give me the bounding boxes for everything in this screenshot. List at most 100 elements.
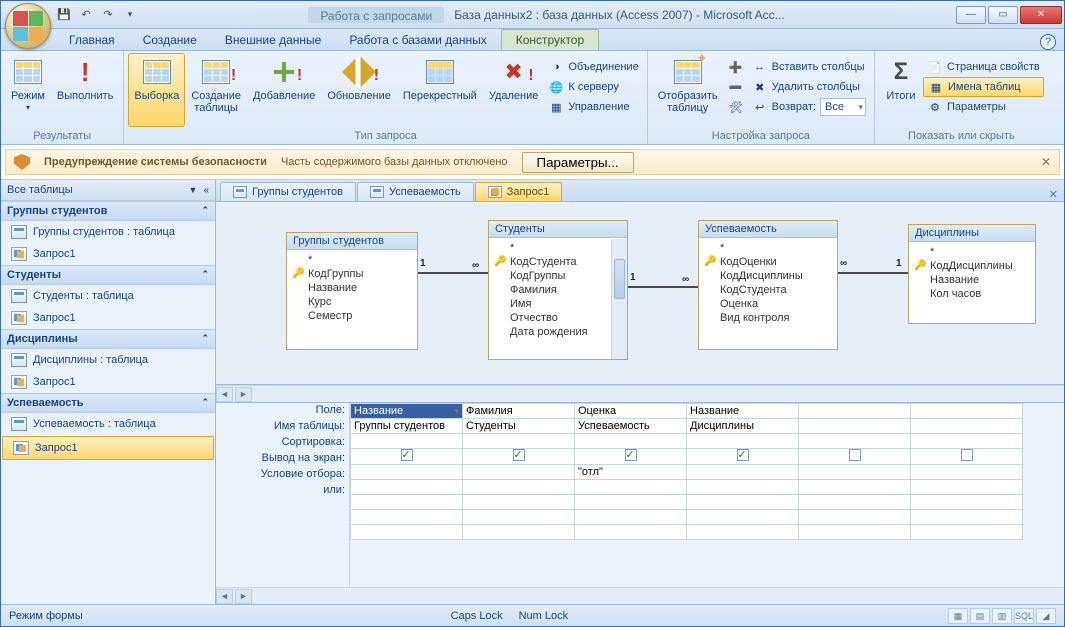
nav-group-header[interactable]: Группы студентов⌃	[1, 201, 215, 221]
nav-group-header[interactable]: Дисциплины⌃	[1, 329, 215, 349]
scroll-left-icon[interactable]: ◄	[216, 589, 233, 604]
tab-database-tools[interactable]: Работа с базами данных	[335, 30, 500, 50]
showtable-button[interactable]: ✦ Отобразить таблицу	[652, 53, 724, 127]
checkbox-icon[interactable]	[961, 449, 973, 461]
grid-cell-show[interactable]	[687, 449, 799, 465]
security-options-button[interactable]: Параметры...	[522, 152, 634, 173]
undo-icon[interactable]: ↶	[77, 6, 95, 24]
grid-cell-show[interactable]	[575, 449, 687, 465]
view-pivot-icon[interactable]: ▤	[970, 608, 990, 624]
checkbox-checked-icon[interactable]	[737, 449, 749, 461]
parameters-button[interactable]: ⚙Параметры	[923, 97, 1044, 117]
deleterows-button[interactable]: ➖	[724, 77, 748, 97]
passthrough-button[interactable]: 🌐К серверу	[544, 77, 642, 97]
grid-cell-show[interactable]	[351, 449, 463, 465]
qat-customize-icon[interactable]: ▾	[121, 6, 139, 24]
scroll-right-icon[interactable]: ►	[235, 387, 252, 402]
crosstab-button[interactable]: Перекрестный	[397, 53, 483, 127]
scrollbar-vertical[interactable]	[611, 239, 627, 359]
table-box-performance[interactable]: Успеваемость * КодОценки КодДисциплины К…	[698, 220, 838, 350]
tab-create[interactable]: Создание	[129, 30, 211, 50]
grid-cell-field[interactable]	[799, 404, 911, 419]
maketable-button[interactable]: ! Создание таблицы	[185, 53, 247, 127]
grid-cell-show[interactable]	[911, 449, 1023, 465]
run-button[interactable]: ! Выполнить	[51, 53, 119, 127]
tab-designer[interactable]: Конструктор	[501, 29, 599, 50]
help-icon[interactable]: ?	[1040, 34, 1056, 50]
doc-tab[interactable]: Успеваемость	[357, 182, 474, 201]
minimize-button[interactable]: —	[956, 6, 986, 24]
scroll-thumb[interactable]	[614, 259, 625, 299]
propsheet-button[interactable]: 📄Страница свойств	[923, 57, 1044, 77]
view-sql-icon[interactable]: SQL	[1014, 608, 1034, 624]
union-button[interactable]: ◑Объединение	[544, 57, 642, 77]
security-close-icon[interactable]: ✕	[1041, 155, 1051, 169]
tab-external-data[interactable]: Внешние данные	[211, 30, 336, 50]
insertcols-button[interactable]: ↔Вставить столбцы	[748, 57, 870, 77]
grid-cell-table[interactable]	[911, 419, 1023, 434]
totals-button[interactable]: Σ Итоги	[879, 53, 923, 127]
insertrows-button[interactable]: ➕	[724, 57, 748, 77]
update-button[interactable]: ! Обновление	[321, 53, 397, 127]
grid-cell-field[interactable]	[911, 404, 1023, 419]
nav-item-table[interactable]: Успеваемость : таблица	[1, 413, 215, 435]
collapse-icon[interactable]: ⌃	[201, 205, 209, 217]
view-datasheet-icon[interactable]: ▦	[948, 608, 968, 624]
grid-cell-table[interactable]: Дисциплины	[687, 419, 799, 434]
checkbox-checked-icon[interactable]	[625, 449, 637, 461]
table-box-disciplines[interactable]: Дисциплины * КодДисциплины Название Кол …	[908, 224, 1036, 324]
checkbox-checked-icon[interactable]	[401, 449, 413, 461]
doc-tab[interactable]: Группы студентов	[220, 182, 356, 201]
chevron-down-icon[interactable]: ▼	[189, 185, 198, 195]
grid-cell-table[interactable]: Группы студентов	[351, 419, 463, 434]
doc-tab-active[interactable]: Запрос1	[475, 182, 563, 201]
nav-item-query[interactable]: Запрос1	[1, 307, 215, 329]
builder-button[interactable]: 🛠	[724, 97, 748, 117]
collapse-icon[interactable]: ⌃	[201, 397, 209, 409]
tab-home[interactable]: Главная	[55, 30, 129, 50]
grid-cell-criteria[interactable]	[351, 465, 463, 480]
nav-item-query-selected[interactable]: Запрос1	[2, 436, 214, 460]
view-design-icon[interactable]: ◢	[1036, 608, 1056, 624]
nav-item-table[interactable]: Дисциплины : таблица	[1, 349, 215, 371]
nav-collapse-icon[interactable]: «	[203, 185, 209, 196]
nav-item-query[interactable]: Запрос1	[1, 371, 215, 393]
grid-cell-field[interactable]: Название	[687, 404, 799, 419]
tablenames-button[interactable]: ▦Имена таблиц	[923, 77, 1044, 97]
nav-item-table[interactable]: Студенты : таблица	[1, 285, 215, 307]
datadefinition-button[interactable]: ▦Управление	[544, 97, 642, 117]
view-chart-icon[interactable]: ▥	[992, 608, 1012, 624]
grid-cell-table[interactable]: Успеваемость	[575, 419, 687, 434]
redo-icon[interactable]: ↷	[99, 6, 117, 24]
collapse-icon[interactable]: ⌃	[201, 333, 209, 345]
grid-cell-table[interactable]	[799, 419, 911, 434]
grid-cell-criteria[interactable]: "отл"	[575, 465, 687, 480]
append-button[interactable]: ! Добавление	[247, 53, 321, 127]
grid-cell-show[interactable]	[463, 449, 575, 465]
grid-cell-field[interactable]: Название	[351, 404, 463, 419]
nav-pane-header[interactable]: Все таблицы ▼ «	[1, 180, 215, 201]
grid-cell-criteria[interactable]	[911, 465, 1023, 480]
checkbox-icon[interactable]	[849, 449, 861, 461]
grid-cell-criteria[interactable]	[463, 465, 575, 480]
save-icon[interactable]: 💾	[55, 6, 73, 24]
grid-cell-sort[interactable]	[351, 434, 463, 449]
office-button[interactable]	[5, 3, 51, 49]
grid-cell-field[interactable]: Оценка	[575, 404, 687, 419]
doc-tab-close-icon[interactable]: ✕	[1049, 188, 1058, 201]
checkbox-checked-icon[interactable]	[513, 449, 525, 461]
grid-cell-table[interactable]: Студенты	[463, 419, 575, 434]
nav-item-query[interactable]: Запрос1	[1, 243, 215, 265]
delete-query-button[interactable]: ✖! Удаление	[483, 53, 545, 127]
nav-item-table[interactable]: Группы студентов : таблица	[1, 221, 215, 243]
collapse-icon[interactable]: ⌃	[201, 269, 209, 281]
view-mode-button[interactable]: Режим ▾	[5, 53, 51, 127]
nav-group-header[interactable]: Студенты⌃	[1, 265, 215, 285]
scroll-left-icon[interactable]: ◄	[216, 387, 233, 402]
canvas-hscroll[interactable]: ◄►	[216, 385, 1064, 402]
nav-group-header[interactable]: Успеваемость⌃	[1, 393, 215, 413]
grid-cell-criteria[interactable]	[799, 465, 911, 480]
scroll-right-icon[interactable]: ►	[235, 589, 252, 604]
grid-hscroll[interactable]: ◄►	[216, 587, 1064, 604]
grid-cell-criteria[interactable]	[687, 465, 799, 480]
